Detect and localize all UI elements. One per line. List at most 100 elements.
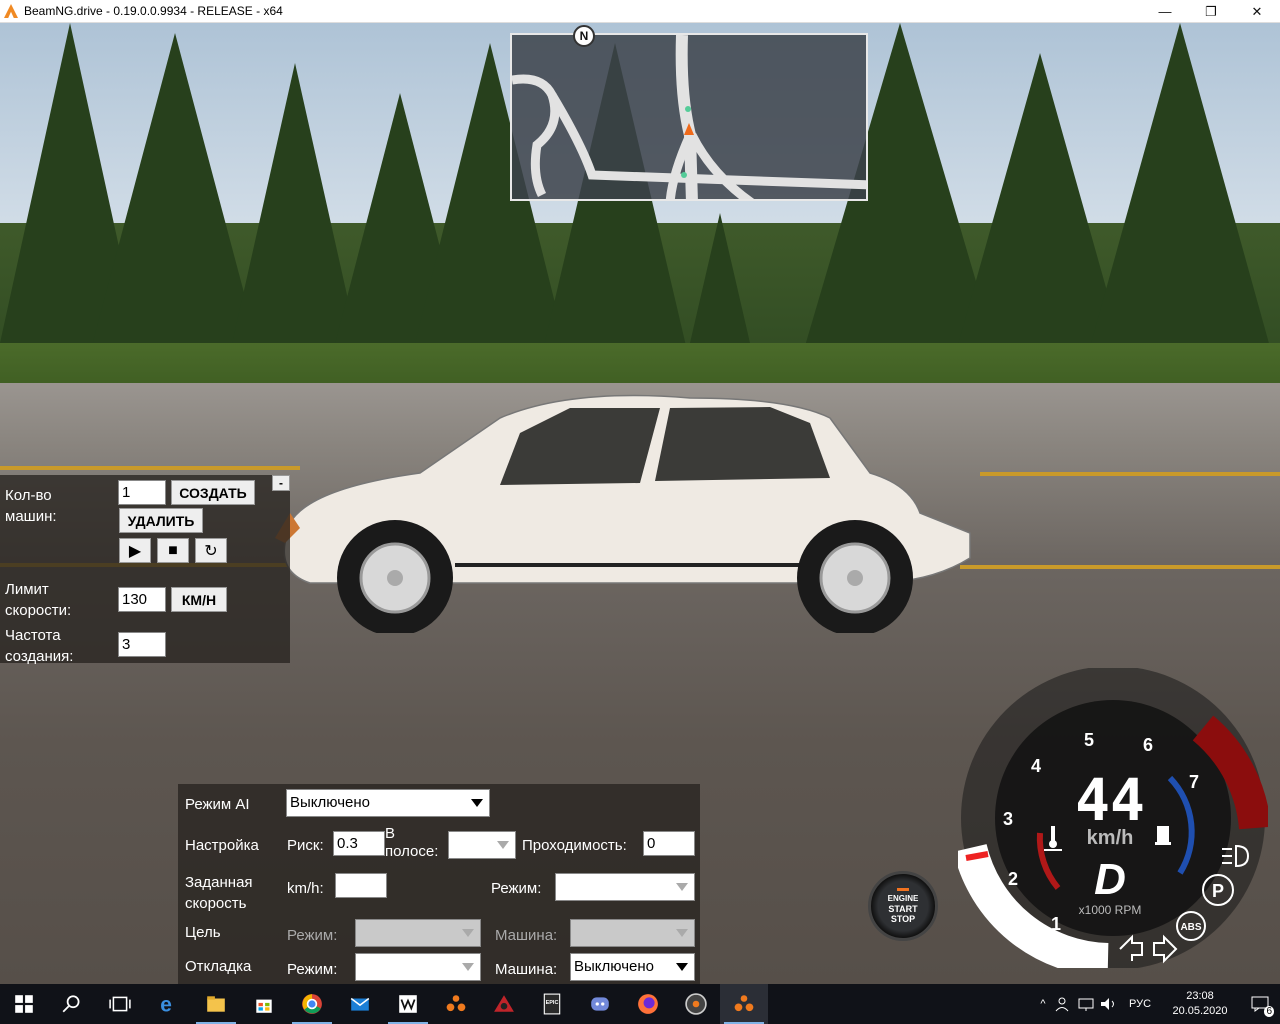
clock-date: 20.05.2020 [1172, 1005, 1228, 1017]
taskbar-red-app[interactable] [480, 984, 528, 1024]
taskbar-beamng[interactable] [432, 984, 480, 1024]
vehicle-count-input[interactable]: 1 [118, 480, 166, 505]
debug-vehicle-select[interactable]: Выключено [570, 953, 695, 981]
taskbar-file-explorer[interactable] [192, 984, 240, 1024]
store-icon [256, 999, 272, 1013]
close-button[interactable]: ✕ [1234, 0, 1280, 23]
edge-icon: e [160, 994, 172, 1015]
rpm-warning-mark [965, 851, 989, 861]
taskbar-chrome[interactable] [288, 984, 336, 1024]
ai-settings-panel: Режим AI Выключено Настройка Риск: 0.3 В… [178, 784, 700, 984]
kmh-label: km/h: [287, 880, 324, 897]
taskbar-discord[interactable] [576, 984, 624, 1024]
target-speed-input[interactable] [335, 873, 387, 898]
white-sedan [275, 394, 971, 633]
epic-games-icon: EPIC [543, 993, 561, 1015]
speed-unit-button[interactable]: КМ/Н [171, 587, 227, 612]
risk-label: Риск: [287, 837, 324, 854]
search-button[interactable] [48, 984, 96, 1024]
clock-time: 23:08 [1186, 990, 1214, 1002]
dropdown-arrow-icon [462, 963, 474, 971]
debug-mode-select[interactable] [355, 953, 481, 981]
target-vehicle-label: Машина: [495, 927, 558, 944]
windows-taskbar: e EPIC ^ РУС 23:08 20.05.2020 6 [0, 984, 1280, 1024]
spawn-rate-input[interactable]: 3 [118, 632, 166, 657]
dropdown-arrow-icon [471, 799, 483, 807]
taskbar-store[interactable] [240, 984, 288, 1024]
fuel-pump-icon [1155, 826, 1171, 845]
vehicle-count-label-line2: машин: [5, 508, 57, 525]
rpm-unit-label: x1000 RPM [1079, 903, 1142, 917]
window-controls: — ❐ ✕ [1142, 0, 1280, 23]
engine-start-stop-button[interactable]: ENGINE START STOP [868, 871, 938, 941]
debug-vehicle-label: Машина: [495, 961, 558, 978]
taskbar-media-player[interactable] [672, 984, 720, 1024]
debug-mode-label: Режим: [287, 961, 338, 978]
target-mode-select[interactable] [355, 919, 481, 947]
task-view-icon [109, 996, 131, 1012]
rpm-tick-2: 2 [1008, 869, 1018, 889]
taskbar-mail[interactable] [336, 984, 384, 1024]
ai-mode-label: Режим AI [185, 796, 250, 813]
create-button[interactable]: СОЗДАТЬ [171, 480, 255, 505]
chrome-icon [302, 994, 322, 1014]
stop-button[interactable]: ■ [157, 538, 189, 563]
vehicle-count-label-line1: Кол-во [5, 487, 52, 504]
minimize-button[interactable]: — [1142, 0, 1188, 23]
in-lane-select[interactable] [448, 831, 516, 859]
dropdown-arrow-icon [497, 841, 509, 849]
people-icon[interactable] [1054, 996, 1076, 1012]
play-button[interactable]: ▶ [119, 538, 151, 563]
ai-mode-select[interactable]: Выключено [286, 789, 490, 817]
task-view-button[interactable] [96, 984, 144, 1024]
in-lane-label: В полосе: [385, 825, 438, 861]
taskbar-firefox[interactable] [624, 984, 672, 1024]
speed-limit-input[interactable]: 130 [118, 587, 166, 612]
beamng-active-icon [734, 995, 754, 1012]
taskbar-beamng-active[interactable] [720, 984, 768, 1024]
road-stripe [980, 472, 1280, 476]
offroad-input[interactable]: 0 [643, 831, 695, 856]
start-button[interactable] [0, 984, 48, 1024]
refresh-button[interactable]: ↻ [195, 538, 227, 563]
collapse-panel-button[interactable]: - [272, 475, 290, 491]
engine-button-line1: ENGINE [887, 894, 919, 903]
windows-logo-icon [15, 995, 33, 1013]
speed-unit: km/h [1087, 827, 1134, 849]
in-lane-label-line1: В [385, 825, 396, 842]
svg-text:EPIC: EPIC [546, 1000, 559, 1006]
speed-readout: 44 [1075, 766, 1145, 834]
maximize-button[interactable]: ❐ [1188, 0, 1234, 23]
watch-dogs-icon [399, 995, 417, 1013]
mail-icon [350, 997, 370, 1011]
action-center-button[interactable]: 6 [1240, 984, 1280, 1024]
delete-button[interactable]: УДАЛИТЬ [119, 508, 203, 533]
volume-icon[interactable] [1098, 996, 1120, 1012]
rpm-tick-3: 3 [1003, 809, 1013, 829]
minimap [510, 33, 868, 201]
dropdown-arrow-icon [676, 963, 688, 971]
firefox-icon [638, 994, 658, 1014]
taskbar-edge[interactable]: e [144, 984, 192, 1024]
dropdown-arrow-icon [676, 883, 688, 891]
network-icon[interactable] [1076, 996, 1098, 1012]
rpm-tick-4: 4 [1031, 756, 1041, 776]
system-clock[interactable]: 23:08 20.05.2020 [1160, 989, 1240, 1019]
parking-label: P [1212, 881, 1224, 901]
file-explorer-icon [207, 996, 225, 1012]
risk-input[interactable]: 0.3 [333, 831, 385, 856]
tray-overflow-icon[interactable]: ^ [1032, 998, 1054, 1010]
red-app-icon [494, 995, 514, 1012]
taskbar-watch-dogs[interactable] [384, 984, 432, 1024]
window-titlebar: BeamNG.drive - 0.19.0.0.9934 - RELEASE -… [0, 0, 1280, 23]
target-vehicle-select[interactable] [570, 919, 695, 947]
taskbar-epic-games[interactable]: EPIC [528, 984, 576, 1024]
abs-label: ABS [1180, 922, 1201, 933]
game-viewport[interactable]: N Кол-во машин: 1 СОЗДАТЬ - УДАЛИТЬ ▶ ■ … [0, 23, 1280, 984]
speed-mode-select[interactable] [555, 873, 695, 901]
engine-button-line2: START [888, 904, 918, 914]
north-compass-badge: N [573, 25, 595, 47]
rpm-tick-1: 1 [1051, 914, 1061, 934]
input-language[interactable]: РУС [1120, 998, 1160, 1010]
road-stripe [0, 466, 300, 470]
